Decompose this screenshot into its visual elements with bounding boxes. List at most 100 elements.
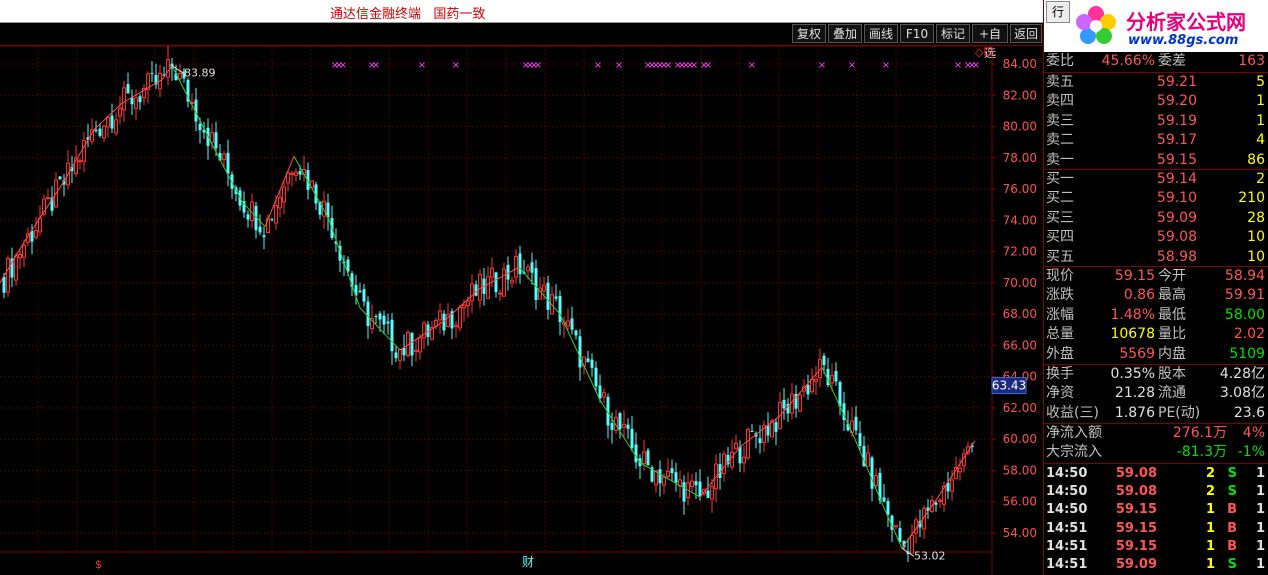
tick-side: B	[1227, 538, 1237, 554]
tick-row[interactable]: 14:50 59.15 1 B 1	[1044, 501, 1268, 519]
quote-label: 今开	[1158, 268, 1186, 284]
candlestick	[294, 168, 298, 182]
tick-row[interactable]: 14:51 59.15 1 B 1	[1044, 520, 1268, 538]
candlestick	[438, 303, 442, 334]
kline-svg[interactable]: ××× ×× × × ×××× × × ×××××× ××××× ×× × × × × × ××× 84.00…	[0, 46, 1043, 575]
candlestick	[750, 423, 754, 433]
candlestick	[946, 471, 950, 499]
sell-level-row[interactable]: 卖三 59.19 1	[1044, 112, 1268, 131]
tick-count: 1	[1255, 466, 1265, 481]
back-button[interactable]: 返回	[1010, 24, 1042, 43]
quote-value: 0.86	[1123, 287, 1155, 304]
fundamental-value: 1.876	[1114, 404, 1155, 421]
fuquan-button[interactable]: 复权	[792, 24, 826, 43]
tick-side: B	[1227, 502, 1237, 518]
zigzag-segment	[599, 399, 641, 463]
zigzag-segment	[639, 462, 701, 498]
tick-row[interactable]: 14:51 59.15 1 B 1	[1044, 538, 1268, 556]
candlestick	[410, 332, 414, 367]
buy-level-row[interactable]: 买五 58.98 10	[1044, 248, 1268, 267]
candlestick	[518, 245, 522, 284]
buy-level-row[interactable]: 买三 59.09 28	[1044, 209, 1268, 228]
candlestick	[58, 176, 62, 180]
tick-row[interactable]: 14:50 59.08 2 S 1	[1044, 465, 1268, 483]
quote-value: 2.02	[1233, 326, 1265, 343]
buy-level-label: 买四	[1046, 229, 1074, 246]
tick-row[interactable]: 14:51 59.09 1 S 1	[1044, 556, 1268, 574]
weibi-row: 委比 45.66% 委差 163	[1044, 52, 1268, 71]
buy-level-row[interactable]: 买一 59.14 2	[1044, 170, 1268, 189]
axis-label: 68.00	[1003, 307, 1037, 321]
overlay-button[interactable]: 叠加	[828, 24, 862, 43]
candlestick	[938, 497, 942, 508]
buy-level-row[interactable]: 买二 59.10 210	[1044, 189, 1268, 208]
quote-panel: 行 分析家公式网 www.88gs.com 委比 45.66% 委差 163 卖…	[1043, 0, 1268, 575]
zigzag-segment	[879, 498, 903, 549]
sell-level-price: 59.19	[1156, 112, 1197, 129]
candlestick	[386, 313, 390, 335]
quote-row: 涨跌 0.86 最高 59.91	[1044, 286, 1268, 305]
signal-marker: ×	[418, 60, 426, 71]
signal-marker: ×	[818, 60, 826, 71]
candlesticks	[2, 46, 974, 563]
finance-marker[interactable]: 财	[522, 555, 534, 569]
axis-label: 84.00	[1003, 57, 1037, 71]
candlestick	[626, 418, 630, 439]
quote-row: 外盘 5569 内盘 5109	[1044, 345, 1268, 364]
tick-volume: 1	[1205, 538, 1215, 554]
tick-time: 14:51	[1046, 557, 1088, 572]
candlestick	[282, 179, 286, 215]
low-label: 53.02	[914, 549, 946, 562]
sell-level-label: 卖四	[1046, 93, 1074, 110]
tick-price: 59.08	[1115, 466, 1157, 481]
f10-button[interactable]: F10	[900, 24, 934, 43]
candlestick	[254, 201, 258, 239]
candlestick	[686, 472, 690, 506]
quote-row: 涨幅 1.48% 最低 58.00	[1044, 306, 1268, 325]
buy-level-row[interactable]: 买四 59.08 10	[1044, 228, 1268, 247]
tick-price: 59.15	[1115, 538, 1157, 554]
candlestick	[86, 123, 90, 148]
fundamental-label: PE(动)	[1158, 404, 1201, 421]
axis-label: 78.00	[1003, 151, 1037, 165]
fundamental-value: 23.6	[1233, 404, 1265, 421]
axis-label: 54.00	[1003, 526, 1037, 540]
axis-label: 72.00	[1003, 245, 1037, 259]
sell-level-row[interactable]: 卖四 59.20 1	[1044, 92, 1268, 111]
add-watchlist-button[interactable]: +自选	[972, 24, 1008, 60]
candlestick	[570, 306, 574, 335]
tick-row[interactable]: 14:50 59.08 2 S 1	[1044, 483, 1268, 501]
quote-label: 最高	[1158, 287, 1186, 304]
mark-button[interactable]: 标记	[936, 24, 970, 43]
candlestick	[442, 310, 446, 336]
sell-level-row[interactable]: 卖五 59.21 5	[1044, 73, 1268, 92]
sell-level-row[interactable]: 卖一 59.15 86	[1044, 151, 1268, 170]
candlestick	[6, 255, 10, 297]
axis-label: 82.00	[1003, 88, 1037, 102]
candlestick	[786, 398, 790, 422]
candlestick	[326, 193, 330, 231]
sell-level-row[interactable]: 卖二 59.17 4	[1044, 131, 1268, 150]
buy-level-price: 59.08	[1156, 229, 1197, 246]
candlestick	[54, 172, 58, 209]
logo-url[interactable]: www.88gs.com	[1128, 33, 1238, 48]
candlestick	[810, 368, 814, 395]
signal-markers: ××× ×× × × ×××× × × ×××××× ××××× ×× × × × × × ×××	[331, 60, 980, 71]
buy-level-volume: 2	[1256, 171, 1265, 187]
candlestick	[102, 124, 106, 143]
quote-value: 59.15	[1114, 268, 1155, 284]
tick-time: 14:51	[1046, 538, 1088, 554]
draw-line-button[interactable]: 画线	[864, 24, 898, 43]
row-tab[interactable]: 行	[1046, 1, 1070, 23]
candlestick	[586, 350, 590, 363]
zigzag-segment	[934, 440, 976, 503]
candlestick	[394, 346, 398, 363]
sell-level-volume: 1	[1256, 93, 1265, 110]
s-marker: $	[95, 558, 102, 571]
kline-chart[interactable]: × × × × × × × × × × × × × × × × × × × × × × × × × × × × × × × × × × 84.00…	[0, 46, 1043, 575]
candlestick	[630, 415, 634, 452]
fundamental-value: 3.08亿	[1219, 385, 1265, 402]
candlestick	[894, 524, 898, 530]
zigzag-segment	[478, 266, 520, 290]
tick-volume: 2	[1205, 466, 1215, 481]
